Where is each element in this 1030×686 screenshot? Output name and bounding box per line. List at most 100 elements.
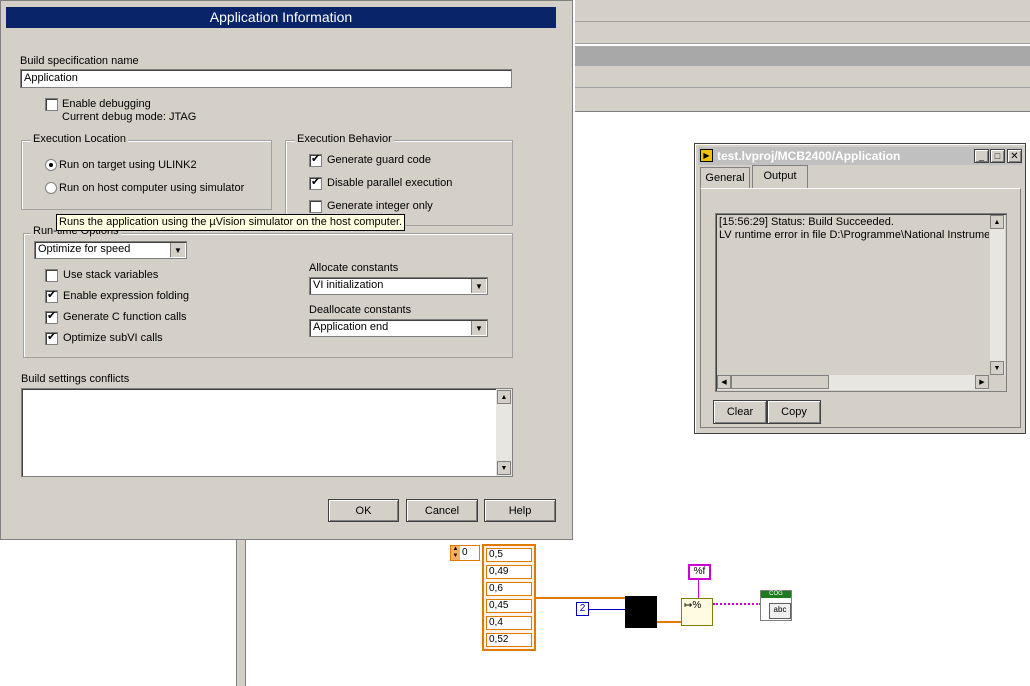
window-title: test.lvproj/MCB2400/Application	[717, 149, 901, 163]
log-vscrollbar[interactable]: ▲ ▼	[990, 215, 1005, 375]
expression-folding-label: Enable expression folding	[63, 290, 189, 302]
format-into-string-node[interactable]: ↦%	[681, 598, 713, 626]
background-toolbar-strip-1	[575, 0, 1030, 22]
guard-code-checkbox[interactable]	[309, 152, 322, 167]
log-line-2: LV runtime error in file D:\Programme\Na…	[719, 229, 989, 241]
tooltip: Runs the application using the µVision s…	[56, 214, 406, 231]
scroll-up-icon[interactable]: ▲	[990, 215, 1004, 229]
run-on-target-label: Run on target using ULINK2	[59, 159, 197, 171]
background-toolbar-strip-2	[575, 22, 1030, 44]
cancel-button[interactable]: Cancel	[406, 499, 478, 522]
optimize-dropdown-value: Optimize for speed	[38, 243, 131, 255]
output-log[interactable]: [15:56:29] Status: Build Succeeded. LV r…	[715, 213, 1007, 392]
log-line-1: [15:56:29] Status: Build Succeeded.	[719, 216, 894, 228]
diagram-split-bar[interactable]	[236, 540, 246, 686]
array-element[interactable]: 0,52	[486, 633, 532, 647]
run-on-target-radio[interactable]	[45, 159, 57, 171]
optimize-subvi-label: Optimize subVI calls	[63, 332, 163, 344]
copy-button[interactable]: Copy	[767, 400, 821, 424]
abc-label: abc	[773, 605, 787, 614]
deallocate-constants-label: Deallocate constants	[309, 304, 412, 316]
abc-icon: abc	[769, 603, 791, 619]
run-on-host-radio[interactable]	[45, 182, 57, 194]
ok-button[interactable]: OK	[328, 499, 399, 522]
run-on-host-label: Run on host computer using simulator	[59, 182, 245, 194]
tooltip-text: Runs the application using the µVision s…	[59, 216, 403, 228]
background-inactive-titlebar	[575, 46, 1030, 66]
maximize-icon[interactable]: □	[990, 149, 1005, 163]
format-string-value: %f	[693, 566, 706, 577]
output-wire[interactable]	[656, 621, 682, 623]
format-wire[interactable]	[698, 580, 699, 598]
hscroll-thumb[interactable]	[731, 375, 829, 389]
cog-label: COG	[769, 591, 783, 597]
allocate-constants-label: Allocate constants	[309, 262, 399, 274]
log-hscrollbar[interactable]: ◀ ▶	[717, 375, 989, 390]
optimize-subvi-checkbox[interactable]	[45, 330, 58, 345]
array-wire[interactable]	[536, 597, 626, 599]
enable-debugging-checkbox[interactable]	[45, 98, 58, 111]
tab-output[interactable]: Output	[752, 165, 808, 189]
tab-output-label: Output	[763, 170, 797, 182]
dialog-titlebar[interactable]: Application Information	[6, 7, 556, 28]
minimize-icon[interactable]: _	[974, 149, 989, 163]
build-status-window: ▶ test.lvproj/MCB2400/Application _ □ ✕ …	[694, 143, 1026, 434]
scroll-left-icon[interactable]: ◀	[717, 375, 731, 389]
conflicts-label: Build settings conflicts	[21, 373, 130, 385]
c-function-calls-label: Generate C function calls	[63, 311, 187, 323]
integer-constant-value: 2	[579, 603, 586, 614]
scroll-up-icon[interactable]: ▲	[497, 390, 511, 404]
chevron-down-icon[interactable]: ▼	[170, 243, 185, 257]
execution-location-title: Execution Location	[31, 133, 128, 145]
optimize-dropdown[interactable]: Optimize for speed ▼	[34, 241, 187, 259]
array-element[interactable]: 0,45	[486, 599, 532, 613]
conflicts-textarea[interactable]: ▲ ▼	[21, 388, 513, 477]
tab-general[interactable]: General	[700, 167, 750, 188]
array-element[interactable]: 0,4	[486, 616, 532, 630]
deallocate-constants-dropdown[interactable]: Application end ▼	[309, 319, 488, 337]
dialog-title: Application Information	[209, 9, 353, 25]
disable-parallel-checkbox[interactable]	[309, 175, 322, 190]
string-indicator[interactable]: COG abc	[760, 590, 792, 621]
background-menubar	[575, 66, 1030, 88]
stack-variables-checkbox[interactable]	[45, 269, 58, 282]
scroll-right-icon[interactable]: ▶	[975, 375, 989, 389]
integer-constant[interactable]: 2	[576, 602, 589, 616]
array-index-value: 0	[462, 547, 468, 558]
allocate-constants-dropdown[interactable]: VI initialization ▼	[309, 277, 488, 295]
format-node-icon: ↦%	[684, 600, 702, 611]
scroll-down-icon[interactable]: ▼	[497, 461, 511, 475]
stack-variables-label: Use stack variables	[63, 269, 159, 281]
debug-mode-text: Current debug mode: JTAG	[62, 111, 197, 123]
execution-location-group	[21, 140, 272, 210]
string-wire[interactable]	[713, 603, 761, 605]
help-button[interactable]: Help	[484, 499, 556, 522]
enable-debugging-label: Enable debugging	[62, 98, 151, 110]
close-icon[interactable]: ✕	[1007, 149, 1022, 163]
execution-behavior-title: Execution Behavior	[295, 133, 394, 145]
index-arrows-icon: ▲ ▼	[451, 546, 460, 560]
cog-header: COG	[761, 591, 791, 598]
build-spec-label: Build specification name	[20, 55, 139, 67]
array-index-display[interactable]: ▲ ▼ 0	[450, 545, 480, 561]
integer-only-label: Generate integer only	[327, 200, 433, 212]
c-function-calls-checkbox[interactable]	[45, 309, 58, 324]
window-titlebar[interactable]: ▶ test.lvproj/MCB2400/Application _ □ ✕	[698, 147, 1022, 165]
chevron-down-icon[interactable]: ▼	[471, 321, 486, 335]
integer-wire[interactable]	[588, 609, 626, 610]
background-toolbar-strip-3	[575, 88, 1030, 112]
clear-button[interactable]: Clear	[713, 400, 767, 424]
format-string-constant[interactable]: %f	[688, 564, 711, 580]
expression-folding-checkbox[interactable]	[45, 288, 58, 303]
build-spec-input[interactable]: Application	[20, 69, 512, 88]
scroll-down-icon[interactable]: ▼	[990, 361, 1004, 375]
array-element[interactable]: 0,5	[486, 548, 532, 562]
labview-icon: ▶	[700, 149, 713, 162]
chevron-down-icon[interactable]: ▼	[471, 279, 486, 293]
conflicts-scrollbar[interactable]: ▲ ▼	[496, 389, 512, 476]
integer-only-checkbox[interactable]	[309, 200, 322, 213]
allocate-constants-value: VI initialization	[313, 279, 384, 291]
array-element[interactable]: 0,49	[486, 565, 532, 579]
array-element[interactable]: 0,6	[486, 582, 532, 596]
subvi-node[interactable]	[625, 596, 657, 628]
